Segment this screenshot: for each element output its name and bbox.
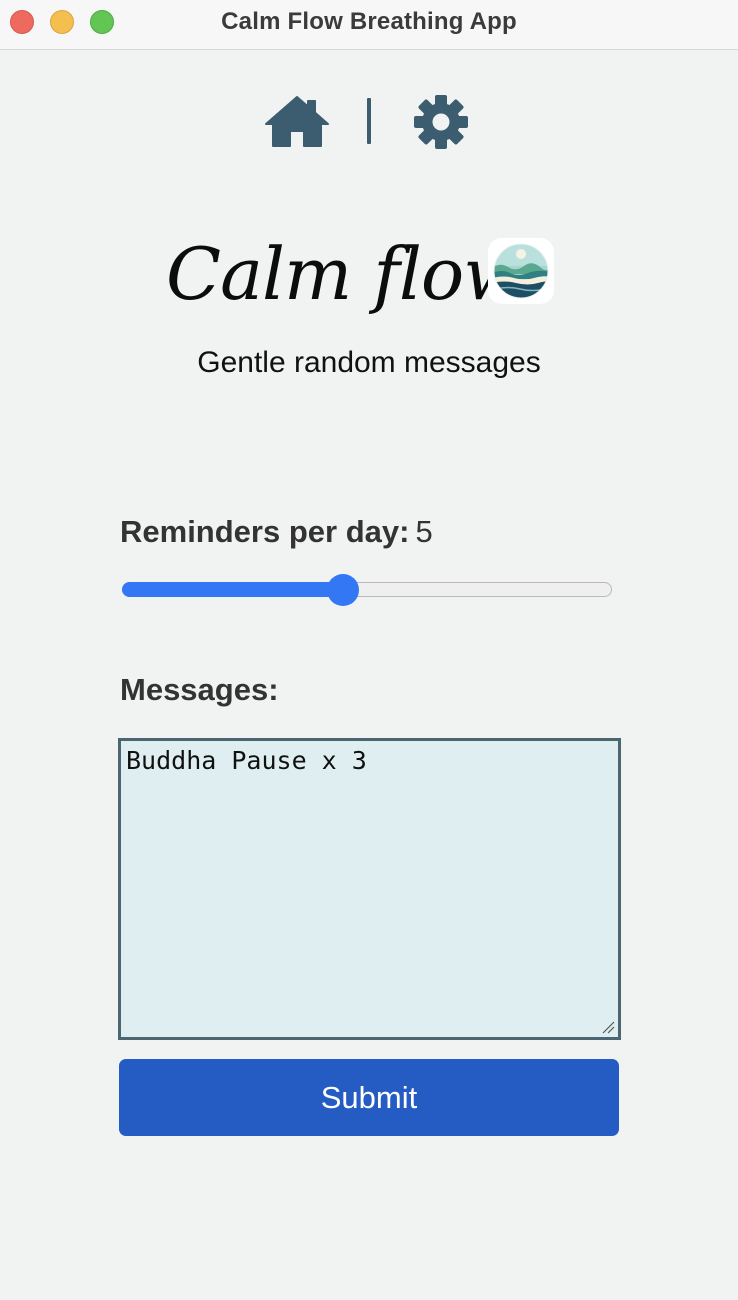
app-logo (488, 238, 554, 304)
app-title: Calm flow (166, 232, 525, 316)
reminders-label-row: Reminders per day: 5 (120, 514, 433, 550)
messages-label: Messages: (120, 672, 279, 707)
gear-icon[interactable] (413, 94, 469, 150)
home-icon[interactable] (263, 94, 331, 150)
resize-grip-icon[interactable] (601, 1020, 615, 1034)
brand-header: Calm flow (0, 230, 738, 330)
messages-textarea[interactable]: Buddha Pause x 3 (118, 738, 621, 1040)
reminders-slider[interactable] (122, 574, 614, 606)
slider-thumb[interactable] (327, 574, 359, 606)
nav-divider (367, 98, 371, 144)
logo-emblem-icon (493, 243, 549, 299)
reminders-value: 5 (415, 514, 433, 549)
window-title: Calm Flow Breathing App (221, 8, 517, 35)
submit-button[interactable]: Submit (119, 1059, 619, 1136)
app-subtitle: Gentle random messages (197, 346, 541, 379)
reminders-label: Reminders per day: (120, 514, 410, 549)
window-titlebar: Calm Flow Breathing App (0, 0, 738, 50)
top-nav (0, 94, 738, 150)
slider-fill (122, 582, 343, 597)
